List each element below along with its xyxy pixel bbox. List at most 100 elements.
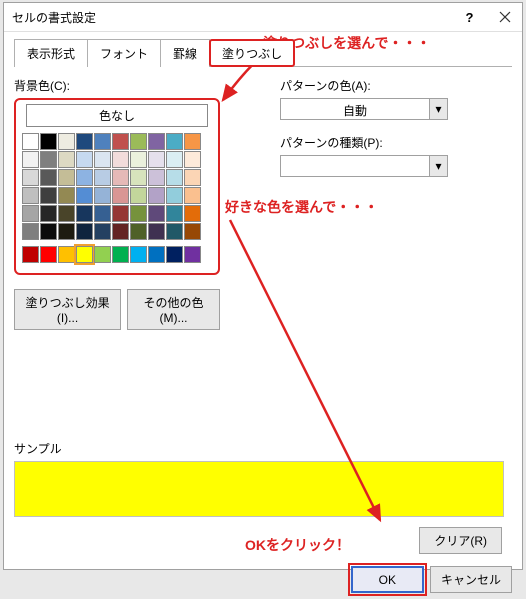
fill-effects-button[interactable]: 塗りつぶし効果(I)... [14, 289, 121, 330]
color-swatch[interactable] [112, 246, 129, 263]
standard-color-palette [22, 246, 212, 263]
tab-display-format[interactable]: 表示形式 [14, 39, 88, 67]
color-swatch[interactable] [130, 205, 147, 222]
pattern-color-select[interactable]: 自動 ▾ [280, 98, 448, 120]
color-swatch[interactable] [184, 187, 201, 204]
more-colors-button[interactable]: その他の色(M)... [127, 289, 220, 330]
color-swatch[interactable] [130, 223, 147, 240]
color-swatch[interactable] [112, 169, 129, 186]
color-swatch[interactable] [166, 205, 183, 222]
color-swatch[interactable] [22, 187, 39, 204]
pattern-type-select[interactable]: ▾ [280, 155, 448, 177]
color-swatch[interactable] [58, 246, 75, 263]
pattern-type-value [281, 156, 429, 176]
color-swatch[interactable] [40, 246, 57, 263]
color-swatch[interactable] [184, 133, 201, 150]
ok-button[interactable]: OK [351, 566, 424, 593]
color-swatch[interactable] [58, 151, 75, 168]
color-swatch[interactable] [76, 151, 93, 168]
color-swatch[interactable] [184, 205, 201, 222]
color-swatch[interactable] [130, 169, 147, 186]
color-swatch[interactable] [40, 151, 57, 168]
color-swatch[interactable] [130, 133, 147, 150]
color-swatch[interactable] [148, 205, 165, 222]
color-swatch[interactable] [112, 133, 129, 150]
close-button[interactable] [487, 3, 522, 31]
color-swatch[interactable] [166, 169, 183, 186]
color-swatch[interactable] [112, 223, 129, 240]
titlebar: セルの書式設定 ? [4, 3, 522, 32]
color-swatch[interactable] [58, 205, 75, 222]
no-color-button[interactable]: 色なし [26, 104, 208, 127]
bg-color-label: 背景色(C): [14, 77, 220, 94]
color-swatch[interactable] [22, 205, 39, 222]
color-swatch[interactable] [58, 187, 75, 204]
color-swatch[interactable] [94, 151, 111, 168]
help-button[interactable]: ? [452, 3, 487, 31]
color-swatch[interactable] [94, 187, 111, 204]
color-swatch[interactable] [76, 169, 93, 186]
color-swatch[interactable] [130, 187, 147, 204]
pattern-color-label: パターンの色(A): [280, 77, 512, 94]
color-swatch[interactable] [148, 223, 165, 240]
color-swatch[interactable] [166, 133, 183, 150]
color-swatch[interactable] [184, 246, 201, 263]
pattern-type-label: パターンの種類(P): [280, 134, 512, 151]
color-swatch[interactable] [166, 151, 183, 168]
tab-font[interactable]: フォント [87, 39, 161, 67]
theme-color-palette [22, 133, 212, 240]
color-swatch[interactable] [166, 246, 183, 263]
color-swatch[interactable] [40, 169, 57, 186]
pattern-color-value: 自動 [281, 99, 429, 119]
color-swatch[interactable] [40, 205, 57, 222]
color-swatch[interactable] [58, 169, 75, 186]
color-swatch[interactable] [184, 169, 201, 186]
color-swatch[interactable] [22, 223, 39, 240]
chevron-down-icon: ▾ [429, 99, 447, 119]
color-swatch[interactable] [112, 187, 129, 204]
color-swatch[interactable] [148, 187, 165, 204]
color-swatch[interactable] [94, 169, 111, 186]
color-swatch[interactable] [112, 151, 129, 168]
color-swatch[interactable] [40, 133, 57, 150]
color-swatch[interactable] [22, 169, 39, 186]
color-swatch[interactable] [22, 151, 39, 168]
color-swatch[interactable] [94, 223, 111, 240]
sample-preview [14, 461, 504, 517]
color-swatch[interactable] [76, 133, 93, 150]
cancel-button[interactable]: キャンセル [430, 566, 512, 593]
color-swatch[interactable] [148, 169, 165, 186]
color-swatch[interactable] [130, 151, 147, 168]
color-swatch[interactable] [76, 223, 93, 240]
dialog-buttons: OK キャンセル [4, 560, 522, 599]
color-swatch[interactable] [40, 223, 57, 240]
color-swatch[interactable] [166, 187, 183, 204]
close-icon [499, 11, 511, 23]
color-swatch[interactable] [148, 246, 165, 263]
tab-border[interactable]: 罫線 [160, 39, 210, 67]
color-swatch[interactable] [58, 223, 75, 240]
dialog-title: セルの書式設定 [12, 9, 452, 26]
clear-button[interactable]: クリア(R) [419, 527, 502, 554]
color-swatch[interactable] [76, 187, 93, 204]
color-swatch[interactable] [58, 133, 75, 150]
color-swatch[interactable] [94, 205, 111, 222]
color-swatch[interactable] [112, 205, 129, 222]
color-swatch[interactable] [148, 133, 165, 150]
color-swatch[interactable] [184, 223, 201, 240]
color-swatch[interactable] [184, 151, 201, 168]
color-swatch[interactable] [22, 133, 39, 150]
color-swatch[interactable] [76, 246, 93, 263]
color-swatch[interactable] [166, 223, 183, 240]
color-palette-box: 色なし [14, 98, 220, 275]
color-swatch[interactable] [22, 246, 39, 263]
color-swatch[interactable] [76, 205, 93, 222]
color-swatch[interactable] [130, 246, 147, 263]
tab-bar: 表示形式 フォント 罫線 塗りつぶし [14, 38, 512, 67]
color-swatch[interactable] [148, 151, 165, 168]
color-swatch[interactable] [94, 133, 111, 150]
chevron-down-icon: ▾ [429, 156, 447, 176]
tab-fill[interactable]: 塗りつぶし [209, 39, 295, 67]
color-swatch[interactable] [40, 187, 57, 204]
color-swatch[interactable] [94, 246, 111, 263]
